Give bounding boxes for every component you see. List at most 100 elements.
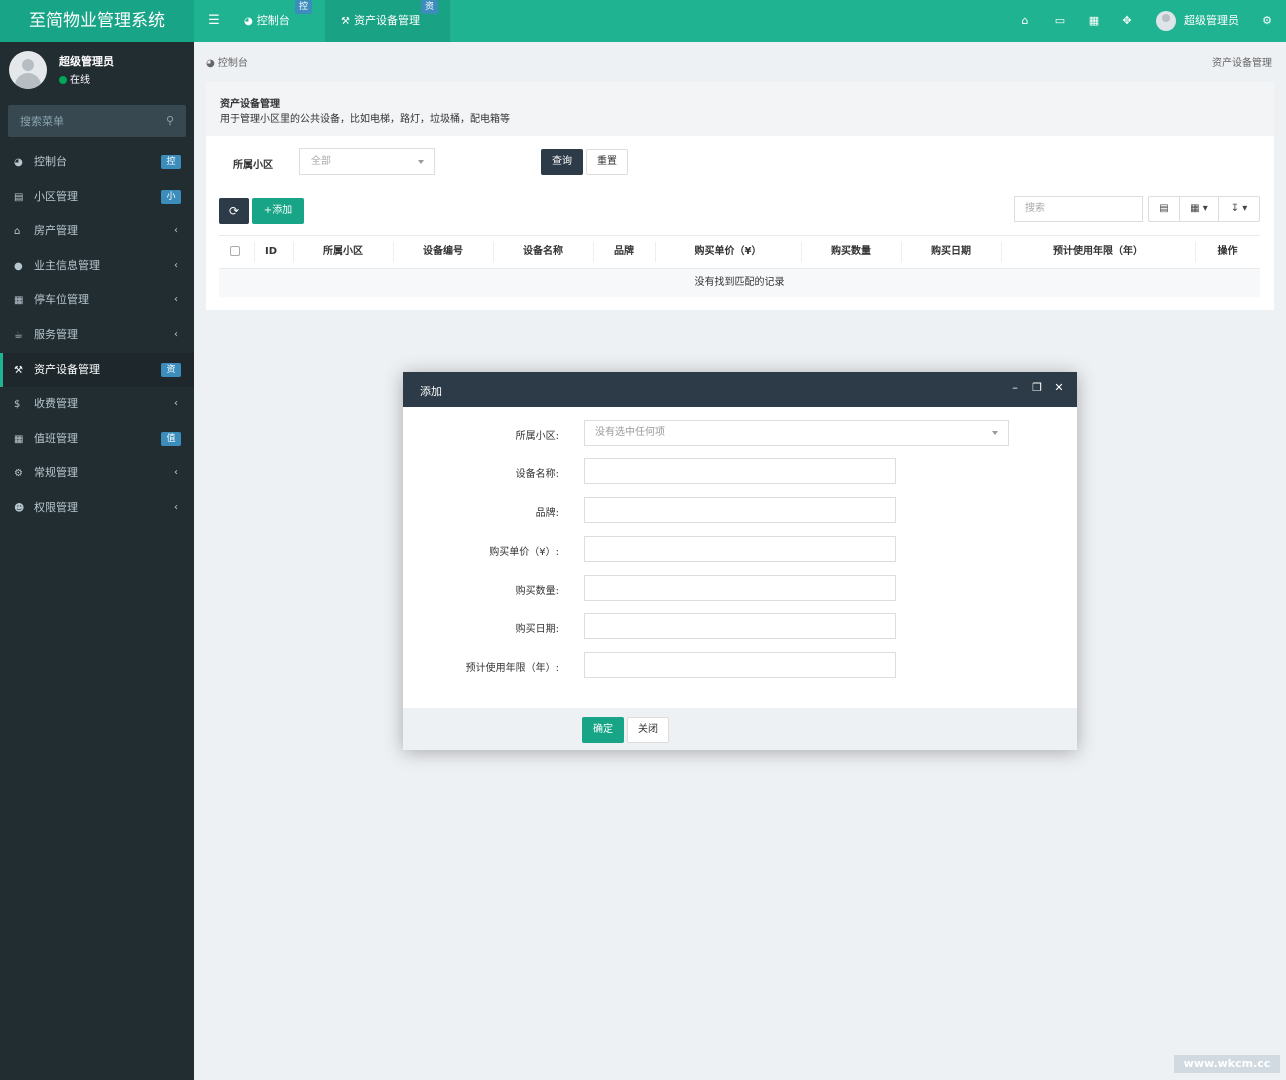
hamburger-icon[interactable]: ☰ — [200, 0, 228, 42]
sidebar-item-dashboard[interactable]: ◕ 控制台 控 — [0, 145, 194, 180]
quantity-input[interactable] — [584, 575, 896, 601]
dialog-header: 添加 – ❐ ✕ — [403, 372, 1077, 407]
settings-icon[interactable]: ⚙ — [1255, 0, 1279, 42]
sidebar-item-label: 收费管理 — [34, 397, 78, 411]
device-name-input[interactable] — [584, 458, 896, 484]
dashboard-icon: ◕ — [244, 16, 253, 27]
community-label: 所属小区: — [515, 431, 559, 442]
community-select[interactable]: 没有选中任何项 — [584, 420, 1009, 446]
wrench-icon: ⚒ — [14, 364, 23, 376]
sidebar-item-label: 控制台 — [34, 155, 67, 168]
chevron-left-icon: ‹ — [174, 467, 178, 479]
language-icon[interactable]: ▦ — [1082, 0, 1106, 42]
sidebar-item-label: 权限管理 — [34, 500, 78, 514]
sidebar: 超级管理员 在线 ⚲ ◕ 控制台 控 ▤ 小区管理 小 ⌂ 房产管理 ‹ ● 业主信息管… — [0, 42, 194, 1080]
community-filter-select[interactable]: 全部 — [299, 148, 435, 175]
export-icon[interactable]: ↧ ▾ — [1219, 197, 1259, 221]
app-logo[interactable]: 至简物业管理系统 — [0, 0, 194, 42]
column-header[interactable]: 购买单价（¥） — [655, 236, 801, 268]
column-header[interactable]: 预计使用年限（年） — [1001, 236, 1195, 268]
sidebar-item-general[interactable]: ⚙ 常规管理 ‹ — [0, 456, 194, 491]
calendar-icon: ▦ — [14, 433, 24, 445]
sidebar-badge: 资 — [161, 362, 181, 377]
query-button[interactable]: 查询 — [541, 149, 583, 175]
fullscreen-icon[interactable]: ✥ — [1115, 0, 1139, 42]
minimize-icon[interactable]: – — [1008, 381, 1022, 397]
sidebar-menu: ◕ 控制台 控 ▤ 小区管理 小 ⌂ 房产管理 ‹ ● 业主信息管理 ‹ ▦ 停车位管理 … — [0, 145, 194, 526]
coffee-icon: ☕ — [14, 329, 23, 341]
dialog-title: 添加 — [420, 385, 442, 398]
sidebar-item-label: 小区管理 — [34, 189, 78, 203]
maximize-icon[interactable]: ❐ — [1030, 381, 1044, 397]
column-header[interactable]: 所属小区 — [293, 236, 393, 268]
online-dot-icon — [59, 76, 67, 84]
table-header: ID 所属小区 设备编号 设备名称 品牌 购买单价（¥） 购买数量 购买日期 预… — [219, 235, 1260, 269]
sidebar-item-fee[interactable]: $ 收费管理 ‹ — [0, 387, 194, 422]
sidebar-item-parking[interactable]: ▦ 停车位管理 ‹ — [0, 283, 194, 318]
refresh-button[interactable]: ⟳ — [219, 198, 249, 224]
watermark: www.wkcm.cc — [1174, 1055, 1280, 1073]
chevron-left-icon: ‹ — [174, 398, 178, 410]
main-panel: 资产设备管理 用于管理小区里的公共设备，比如电梯，路灯，垃圾桶，配电箱等 所属小… — [206, 82, 1274, 310]
sidebar-item-community[interactable]: ▤ 小区管理 小 — [0, 180, 194, 215]
unit-price-label: 购买单价（¥）: — [489, 547, 559, 558]
tab-badge: 资 — [420, 0, 438, 14]
sidebar-item-label: 值班管理 — [34, 431, 78, 445]
dashboard-icon: ◕ — [206, 58, 218, 69]
sidebar-user-name: 超级管理员 — [59, 55, 114, 68]
select-all-checkbox[interactable] — [230, 246, 240, 256]
sidebar-badge: 值 — [161, 431, 181, 446]
sidebar-search: ⚲ — [8, 105, 186, 137]
column-header[interactable]: 购买数量 — [801, 236, 901, 268]
sidebar-item-property[interactable]: ⌂ 房产管理 ‹ — [0, 214, 194, 249]
brand-label: 品牌: — [535, 508, 559, 519]
columns-icon[interactable]: ▦ ▾ — [1180, 197, 1219, 221]
column-header[interactable]: 设备名称 — [493, 236, 593, 268]
card-view-icon[interactable]: ▤ — [1149, 197, 1180, 221]
confirm-button[interactable]: 确定 — [582, 717, 624, 743]
sidebar-item-label: 资产设备管理 — [34, 362, 100, 376]
sidebar-item-label: 停车位管理 — [34, 293, 89, 307]
film-icon: ▦ — [14, 295, 24, 307]
chevron-left-icon: ‹ — [174, 328, 178, 340]
breadcrumb-home[interactable]: 控制台 — [218, 58, 248, 69]
column-header[interactable]: 设备编号 — [393, 236, 493, 268]
device-name-label: 设备名称: — [515, 469, 559, 480]
tab-asset-management[interactable]: ⚒ 资产设备管理 资 — [325, 0, 450, 42]
unit-price-input[interactable] — [584, 536, 896, 562]
sidebar-badge: 控 — [161, 155, 181, 169]
table-toolbar: ▤ ▦ ▾ ↧ ▾ — [1148, 196, 1260, 222]
sidebar-item-duty[interactable]: ▦ 值班管理 值 — [0, 422, 194, 457]
breadcrumb[interactable]: ◕ 控制台 — [206, 54, 248, 69]
column-header[interactable]: 购买日期 — [901, 236, 1001, 268]
top-user-menu[interactable]: 超级管理员 — [1156, 11, 1239, 31]
expected-years-label: 预计使用年限（年）: — [465, 663, 559, 674]
sidebar-item-label: 业主信息管理 — [34, 258, 100, 272]
add-button[interactable]: +添加 — [252, 198, 304, 224]
column-header[interactable]: ID — [254, 236, 288, 268]
home-icon[interactable]: ⌂ — [1013, 0, 1037, 42]
close-icon[interactable]: ✕ — [1052, 381, 1066, 397]
column-header[interactable]: 品牌 — [593, 236, 655, 268]
top-navbar: 至简物业管理系统 ☰ ◕ 控制台 控 ⚒ 资产设备管理 资 ⌂ ▭ ▦ ✥ 超级管理… — [0, 0, 1286, 42]
sidebar-badge: 小 — [161, 189, 181, 204]
sidebar-item-asset[interactable]: ⚒ 资产设备管理 资 — [0, 352, 194, 388]
trash-icon[interactable]: ▭ — [1048, 0, 1072, 42]
purchase-date-input[interactable] — [584, 613, 896, 639]
search-icon[interactable]: ⚲ — [166, 114, 174, 127]
sidebar-item-service[interactable]: ☕ 服务管理 ‹ — [0, 318, 194, 353]
tab-dashboard[interactable]: ◕ 控制台 控 — [228, 0, 324, 42]
table-search-input[interactable]: 搜索 — [1014, 196, 1143, 222]
expected-years-input[interactable] — [584, 652, 896, 678]
reset-button[interactable]: 重置 — [586, 149, 628, 175]
tab-label: 资产设备管理 — [353, 14, 420, 27]
sidebar-item-owner[interactable]: ● 业主信息管理 ‹ — [0, 249, 194, 284]
close-button[interactable]: 关闭 — [627, 717, 669, 743]
add-label: 添加 — [272, 205, 293, 216]
brand-input[interactable] — [584, 497, 896, 523]
chevron-down-icon — [418, 160, 424, 164]
status-text: 在线 — [70, 75, 90, 86]
chevron-left-icon: ‹ — [174, 259, 178, 271]
sidebar-item-permission[interactable]: ☻ 权限管理 ‹ — [0, 491, 194, 526]
sidebar-search-input[interactable] — [8, 105, 158, 137]
